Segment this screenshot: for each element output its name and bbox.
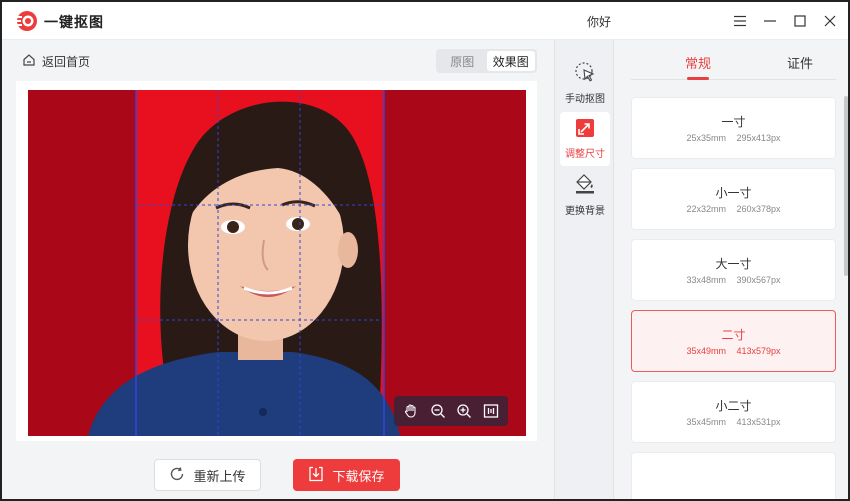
tab-original[interactable]: 原图 [438, 51, 487, 71]
paint-bucket-icon [574, 173, 596, 198]
refresh-icon [169, 466, 185, 485]
photo-canvas[interactable] [28, 90, 526, 436]
cursor-select-icon [574, 61, 596, 86]
size-card-small-1-inch[interactable]: 小一寸 22x32mm 260x378px [631, 168, 836, 230]
size-dims: 33x48mm 390x567px [686, 275, 781, 285]
back-home-label: 返回首页 [42, 54, 91, 69]
reupload-button[interactable]: 重新上传 [154, 459, 261, 491]
size-dims: 35x49mm 413x579px [686, 346, 781, 356]
tool-resize[interactable]: 调整尺寸 [560, 112, 610, 166]
title-bar: 一键抠图 你好 [2, 2, 848, 40]
maximize-icon[interactable] [790, 11, 810, 31]
user-name[interactable]: 你好 [587, 13, 611, 30]
tool-change-background[interactable]: 更换背景 [560, 168, 610, 222]
tool-label: 手动抠图 [565, 94, 605, 105]
resize-icon [575, 118, 595, 141]
zoom-out-icon[interactable] [428, 401, 448, 421]
size-card-small-2-inch[interactable]: 小二寸 35x45mm 413x531px [631, 381, 836, 443]
download-icon [308, 466, 324, 485]
minimize-icon[interactable] [760, 11, 780, 31]
tab-general[interactable]: 常规 [685, 53, 711, 72]
size-card-more[interactable] [631, 452, 836, 499]
size-card-1-inch[interactable]: 一寸 25x35mm 295x413px [631, 97, 836, 159]
size-tabs: 常规 证件 [631, 40, 836, 80]
size-name: 二寸 [721, 328, 746, 342]
size-name: 小一寸 [715, 186, 752, 200]
tab-result[interactable]: 效果图 [486, 51, 535, 71]
app-name: 一键抠图 [44, 14, 104, 30]
size-card-large-1-inch[interactable]: 大一寸 33x48mm 390x567px [631, 239, 836, 301]
tool-manual-cutout[interactable]: 手动抠图 [560, 56, 610, 110]
view-toggle: 原图 效果图 [436, 49, 537, 73]
active-tab-indicator [687, 77, 709, 80]
tab-certificate[interactable]: 证件 [787, 53, 813, 72]
tool-label: 更换背景 [565, 206, 605, 217]
size-dims: 25x35mm 295x413px [686, 133, 781, 143]
download-save-button[interactable]: 下载保存 [293, 459, 400, 491]
fit-screen-icon[interactable] [481, 401, 501, 421]
hand-pan-icon[interactable] [401, 401, 421, 421]
zoom-in-icon[interactable] [454, 401, 474, 421]
zoom-toolbar [394, 396, 508, 426]
size-dims: 22x32mm 260x378px [686, 204, 781, 214]
size-name: 大一寸 [715, 257, 752, 271]
size-panel: 常规 证件 一寸 25x35mm 295x413px 小一寸 22x32mm 2… [615, 40, 848, 499]
app-logo-icon [16, 10, 38, 32]
menu-icon[interactable] [730, 11, 750, 31]
reupload-label: 重新上传 [193, 468, 246, 484]
size-name: 一寸 [721, 115, 746, 129]
download-label: 下载保存 [332, 468, 385, 484]
size-list-scrollbar[interactable] [844, 96, 848, 276]
preview-panel [16, 81, 537, 441]
size-dims: 35x45mm 413x531px [686, 417, 781, 427]
size-name: 小二寸 [715, 399, 752, 413]
back-home-button[interactable]: 返回首页 [22, 52, 90, 70]
app-window: 一键抠图 你好 返回首页 原图 效果图 重新上传 下载保存 手动抠图 调整尺寸 … [0, 0, 850, 501]
size-card-2-inch[interactable]: 二寸 35x49mm 413x579px [631, 310, 836, 372]
home-icon [22, 53, 36, 70]
tool-label: 调整尺寸 [565, 149, 605, 160]
tool-column: 手动抠图 调整尺寸 更换背景 [554, 40, 614, 499]
editor-pane: 返回首页 原图 效果图 重新上传 下载保存 [2, 40, 552, 499]
close-icon[interactable] [820, 11, 840, 31]
